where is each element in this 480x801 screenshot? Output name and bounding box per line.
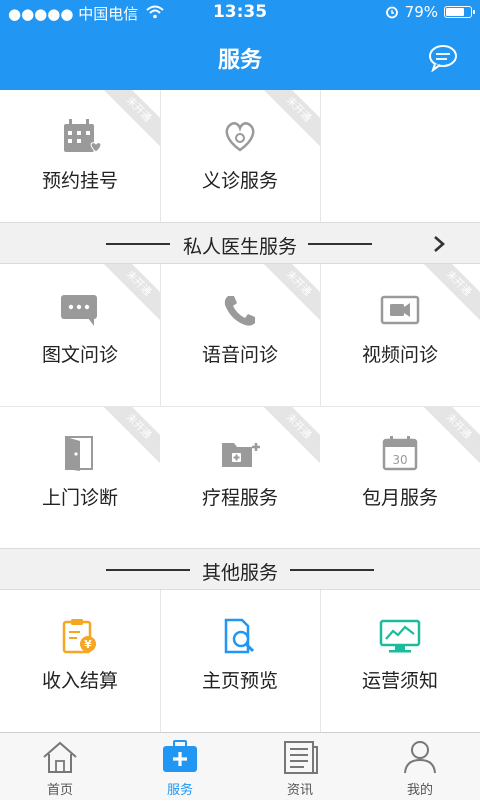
- not-activated-ribbon: 未开通: [95, 407, 160, 470]
- divider: [320, 90, 321, 222]
- tab-me[interactable]: 我的: [360, 733, 480, 801]
- document-search-icon: [224, 618, 255, 654]
- service-tile-homepage-preview[interactable]: 主页预览: [160, 590, 320, 732]
- phone-icon: [224, 296, 255, 326]
- section-header-private-doctor[interactable]: 私人医生服务: [0, 222, 480, 264]
- calendar-heart-icon: [64, 119, 102, 153]
- tab-label: 资讯: [286, 783, 313, 798]
- not-activated-ribbon: 未开通: [95, 90, 160, 153]
- service-label: 主页预览: [201, 670, 278, 692]
- service-label: 义诊服务: [201, 170, 278, 192]
- page-title: 服务: [217, 48, 262, 73]
- not-activated-ribbon: 未开通: [255, 264, 320, 327]
- tab-bar: 首页 服务 资讯 我的: [0, 732, 480, 800]
- chat-bubble-icon[interactable]: [428, 44, 458, 72]
- divider: [160, 590, 161, 732]
- nav-header: 服务: [0, 24, 480, 90]
- service-label: 运营须知: [361, 670, 438, 692]
- service-label: 包月服务: [361, 487, 438, 509]
- user-icon: [404, 741, 436, 774]
- service-label: 疗程服务: [201, 487, 278, 509]
- calendar-30-icon: 30: [382, 436, 418, 471]
- not-activated-ribbon: 未开通: [415, 407, 480, 470]
- medical-folder-icon: [222, 443, 260, 467]
- service-label: 上门诊断: [41, 487, 118, 509]
- service-tile-video-consult[interactable]: 视频问诊 未开通: [320, 264, 480, 406]
- service-label: 预约挂号: [41, 170, 118, 192]
- newspaper-icon: [284, 741, 318, 774]
- service-label: 收入结算: [41, 670, 118, 692]
- hand-heart-icon: [225, 122, 255, 152]
- chat-text-icon: [61, 295, 97, 326]
- service-label: 图文问诊: [41, 344, 118, 366]
- service-tile-treatment-course[interactable]: 疗程服务 未开通: [160, 407, 320, 548]
- section-title: 私人医生服务: [182, 236, 297, 258]
- not-activated-ribbon: 未开通: [95, 264, 160, 327]
- tab-home[interactable]: 首页: [0, 733, 120, 801]
- medical-kit-icon: [163, 740, 197, 772]
- chevron-right-icon[interactable]: [432, 235, 446, 253]
- service-label: 视频问诊: [361, 344, 438, 366]
- tab-news[interactable]: 资讯: [240, 733, 360, 801]
- battery-icon: [444, 6, 475, 18]
- not-activated-ribbon: 未开通: [255, 407, 320, 470]
- service-tile-text-consult[interactable]: 图文问诊 未开通: [0, 264, 160, 406]
- not-activated-ribbon: 未开通: [255, 90, 320, 153]
- divider: [320, 590, 321, 732]
- service-tile-home-visit[interactable]: 上门诊断 未开通: [0, 407, 160, 548]
- divider: [160, 90, 161, 222]
- tab-label: 首页: [46, 783, 73, 798]
- service-tile-monthly-plan[interactable]: 30 包月服务 未开通: [320, 407, 480, 548]
- service-tile-appointment[interactable]: 预约挂号 未开通: [0, 90, 160, 222]
- battery-percent: 79%: [404, 3, 438, 21]
- status-bar: ●●●●● 中国电信 13:35 79%: [0, 0, 480, 24]
- svg-text:¥: ¥: [84, 638, 92, 651]
- svg-text:30: 30: [392, 453, 407, 467]
- service-tile-operations-guide[interactable]: 运营须知: [320, 590, 480, 732]
- tab-services[interactable]: 服务: [120, 733, 240, 801]
- status-right: 79%: [385, 3, 475, 21]
- service-tile-income[interactable]: ¥ 收入结算: [0, 590, 160, 732]
- not-activated-ribbon: 未开通: [415, 264, 480, 327]
- monitor-chart-icon: [379, 619, 421, 653]
- home-icon: [43, 741, 77, 773]
- service-label: 语音问诊: [201, 344, 278, 366]
- video-camera-icon: [380, 295, 420, 325]
- service-tile-free-clinic[interactable]: 义诊服务 未开通: [160, 90, 320, 222]
- alarm-icon: [385, 6, 398, 19]
- service-tile-voice-consult[interactable]: 语音问诊 未开通: [160, 264, 320, 406]
- income-clipboard-icon: ¥: [62, 619, 96, 654]
- section-header-other: 其他服务: [0, 548, 480, 590]
- tab-label: 服务: [166, 783, 193, 798]
- section-title: 其他服务: [201, 562, 278, 584]
- door-icon: [65, 436, 93, 471]
- tab-label: 我的: [406, 783, 433, 798]
